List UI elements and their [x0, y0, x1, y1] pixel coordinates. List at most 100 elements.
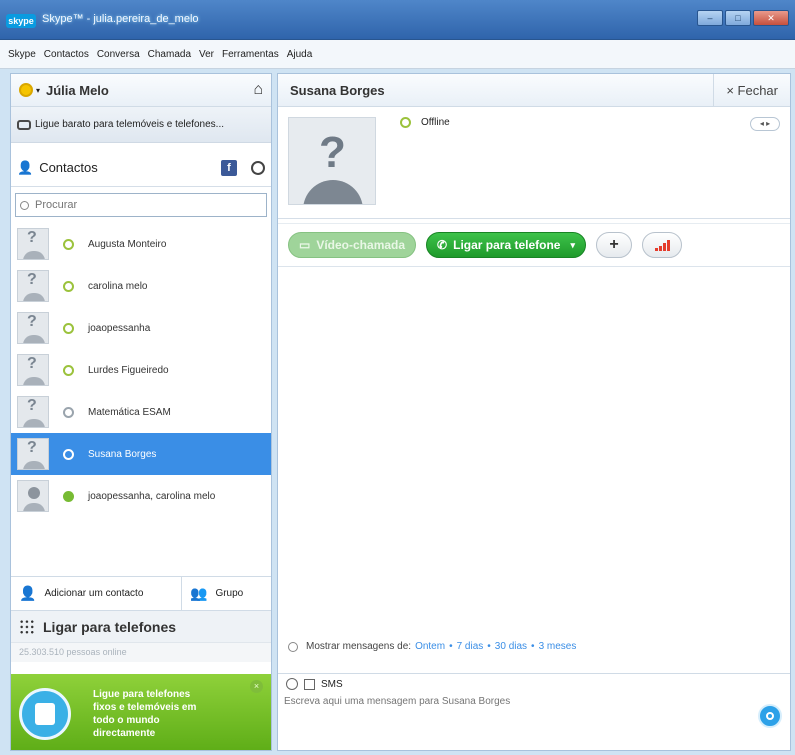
contact-name: Lurdes Figueiredo	[88, 364, 169, 376]
history-link-7-dias[interactable]: 7 dias	[457, 641, 484, 652]
minimize-button[interactable]: –	[697, 10, 723, 26]
compose-tools: SMS	[278, 674, 790, 694]
emoticon-icon[interactable]	[286, 678, 298, 690]
add-button[interactable]: +	[596, 232, 633, 258]
history-link-ontem[interactable]: Ontem	[415, 641, 445, 652]
close-ad-icon[interactable]: ×	[250, 680, 263, 693]
promo-bar[interactable]: Ligue barato para telemóveis e telefones…	[11, 107, 271, 143]
window-title: Skype™ - julia.pereira_de_melo	[42, 13, 199, 25]
group-icon: 👥	[190, 585, 208, 601]
contact-item-selected[interactable]: ? Susana Borges	[11, 433, 271, 475]
status-clock-icon	[63, 406, 74, 418]
contact-status-label: Offline	[421, 117, 450, 128]
left-bottom: 👤 Adicionar um contacto 👥 Grupo Ligar pa…	[11, 576, 271, 750]
profile-bar[interactable]: ▾ Júlia Melo ⌂	[11, 74, 271, 107]
contact-item[interactable]: ? carolina melo	[11, 265, 271, 307]
dialpad-icon	[19, 618, 35, 635]
profile-name: Júlia Melo	[46, 82, 109, 98]
close-conversation-button[interactable]: × Fechar	[713, 74, 790, 106]
menu-ferramentas[interactable]: Ferramentas	[222, 49, 279, 60]
status-icon[interactable]	[19, 83, 33, 97]
menu-contactos[interactable]: Contactos	[44, 49, 89, 60]
maximize-button[interactable]: □	[725, 10, 751, 26]
contact-name: joaopessanha, carolina melo	[88, 490, 216, 502]
separator: •	[449, 641, 453, 652]
avatar: ?	[17, 312, 49, 344]
history-bar: Mostrar mensagens de: Ontem • 7 dias • 3…	[288, 641, 576, 652]
contact-item[interactable]: joaopessanha, carolina melo	[11, 475, 271, 517]
status-online-icon	[63, 322, 74, 334]
action-row: 👤 Adicionar um contacto 👥 Grupo	[11, 576, 271, 610]
group-avatar	[17, 480, 49, 512]
contact-name: Augusta Monteiro	[88, 238, 167, 250]
menu-ver[interactable]: Ver	[199, 49, 214, 60]
recent-clock-icon[interactable]	[251, 160, 265, 175]
avatar: ?	[17, 396, 49, 428]
contact-status: Offline	[400, 117, 450, 128]
menu-ajuda[interactable]: Ajuda	[287, 49, 313, 60]
compose-area: SMS	[278, 673, 790, 750]
signal-icon	[654, 239, 670, 251]
avatar: ?	[17, 270, 49, 302]
video-call-button[interactable]: ▭ Vídeo-chamada	[288, 232, 417, 258]
video-camera-icon: ▭	[299, 238, 311, 252]
contact-profile: ? Offline ◂ ▸	[278, 107, 790, 219]
chevron-down-icon[interactable]: ▾	[570, 240, 575, 251]
search-box[interactable]	[15, 193, 267, 217]
history-link-3-meses[interactable]: 3 meses	[539, 641, 577, 652]
call-toolbar: ▭ Vídeo-chamada ✆ Ligar para telefone ▾ …	[278, 223, 790, 267]
contact-item[interactable]: ? Matemática ESAM	[11, 391, 271, 433]
message-input[interactable]	[284, 696, 754, 744]
person-icon: 👤	[17, 159, 34, 175]
left-panel: ▾ Júlia Melo ⌂ Ligue barato para telemóv…	[10, 73, 272, 751]
ad-banner[interactable]: Ligue para telefones fixos e telemóveis …	[11, 674, 271, 750]
add-contact-button[interactable]: 👤 Adicionar um contacto	[11, 577, 181, 610]
contact-item[interactable]: ? Lurdes Figueiredo	[11, 349, 271, 391]
status-online-icon	[63, 364, 74, 376]
add-person-icon: 👤	[19, 585, 37, 601]
contact-item[interactable]: ? Augusta Monteiro	[11, 223, 271, 265]
title-bar: skype Skype™ - julia.pereira_de_melo – □…	[0, 0, 795, 40]
contacts-tab-bar: 👤 Contactos f	[11, 149, 271, 187]
history-link-30-dias[interactable]: 30 dias	[495, 641, 527, 652]
status-online-icon	[63, 280, 74, 292]
status-chevron-icon[interactable]: ▾	[36, 86, 40, 95]
call-quality-button[interactable]	[642, 232, 683, 258]
call-phones-label: Ligar para telefones	[43, 618, 177, 635]
conversation-title: Susana Borges	[290, 82, 385, 98]
contact-name: Matemática ESAM	[88, 406, 171, 418]
menu-conversa[interactable]: Conversa	[97, 49, 140, 60]
contact-name: Susana Borges	[88, 448, 157, 460]
contact-item[interactable]: ? joaopessanha	[11, 307, 271, 349]
sms-checkbox[interactable]	[304, 678, 315, 690]
add-contact-label: Adicionar um contacto	[44, 588, 144, 599]
contact-list: ? Augusta Monteiro ? carolina melo ? joa…	[11, 223, 271, 517]
search-icon	[20, 200, 29, 210]
avatar: ?	[17, 354, 49, 386]
tab-contactos[interactable]: Contactos	[39, 160, 98, 175]
profile-nav-arrows[interactable]: ◂ ▸	[750, 117, 780, 131]
contact-name: joaopessanha	[88, 322, 151, 334]
home-icon[interactable]: ⌂	[253, 81, 263, 99]
separator: •	[487, 641, 491, 652]
contact-name: carolina melo	[88, 280, 148, 292]
contact-avatar: ?	[288, 117, 376, 205]
menu-skype[interactable]: Skype	[8, 49, 36, 60]
status-offline-icon	[63, 448, 74, 460]
phone-ad-icon	[19, 688, 71, 740]
search-input[interactable]	[35, 199, 262, 211]
call-phone-label: Ligar para telefone	[453, 238, 561, 252]
status-online-icon	[63, 238, 74, 250]
promo-text: Ligue barato para telemóveis e telefones…	[35, 119, 225, 130]
send-button[interactable]	[758, 704, 782, 728]
status-offline-icon	[400, 117, 411, 128]
menu-chamada[interactable]: Chamada	[148, 49, 191, 60]
facebook-icon[interactable]: f	[221, 159, 237, 176]
close-window-button[interactable]: ✕	[753, 10, 789, 26]
avatar: ?	[17, 438, 49, 470]
call-phones-button[interactable]: Ligar para telefones	[11, 610, 271, 642]
phone-icon	[17, 119, 31, 130]
call-phone-button[interactable]: ✆ Ligar para telefone ▾	[426, 232, 587, 258]
separator: •	[531, 641, 535, 652]
group-button[interactable]: 👥 Grupo	[181, 577, 251, 610]
